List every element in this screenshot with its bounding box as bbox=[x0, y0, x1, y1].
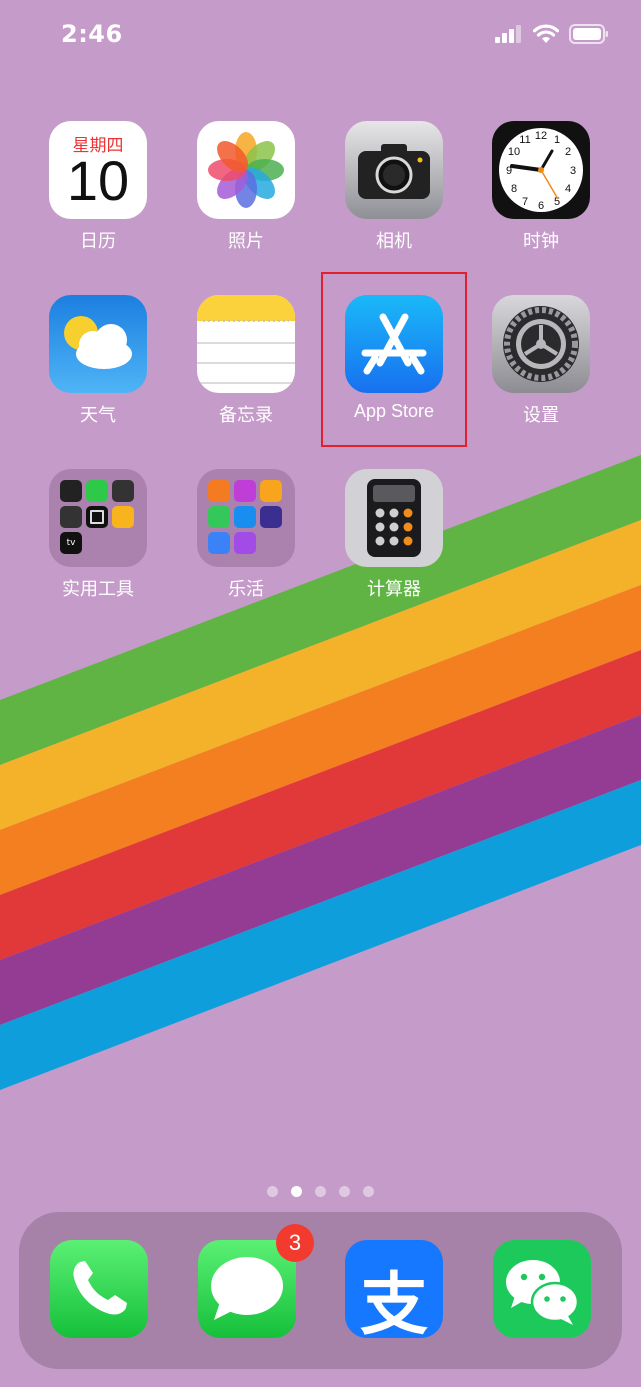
folder-icon: tv bbox=[49, 469, 147, 567]
pages-icon bbox=[260, 480, 282, 502]
measure-icon bbox=[60, 506, 82, 528]
app-label: 天气 bbox=[80, 405, 116, 426]
voice-memos-icon bbox=[60, 480, 82, 502]
app-weather[interactable]: 天气 bbox=[33, 295, 163, 445]
clock-number: 7 bbox=[522, 196, 528, 208]
weather-icon bbox=[49, 295, 147, 393]
clock-number: 3 bbox=[570, 165, 576, 177]
alipay-icon: 支 bbox=[345, 1240, 443, 1338]
clock-number: 11 bbox=[519, 134, 530, 146]
app-calculator[interactable]: 计算器 bbox=[329, 469, 459, 619]
notes-icon bbox=[197, 295, 295, 393]
clips-icon bbox=[208, 532, 230, 554]
dock-app-alipay[interactable]: 支 bbox=[345, 1240, 443, 1338]
app-label: 时钟 bbox=[523, 231, 559, 252]
clock-number: 2 bbox=[565, 146, 571, 158]
facetime-icon bbox=[86, 480, 108, 502]
notification-badge: 3 bbox=[276, 1224, 314, 1262]
status-bar: 2:46 bbox=[0, 0, 641, 70]
itunes-store-icon bbox=[234, 480, 256, 502]
clock-number: 10 bbox=[508, 146, 520, 158]
tips-icon bbox=[112, 506, 134, 528]
clock-number: 8 bbox=[511, 183, 517, 195]
apple-tv-icon: tv bbox=[60, 532, 82, 554]
cellular-signal-icon bbox=[495, 25, 521, 43]
folder-icon bbox=[197, 469, 295, 567]
app-camera[interactable]: 相机 bbox=[329, 121, 459, 271]
app-label: 计算器 bbox=[367, 579, 421, 600]
app-settings[interactable]: 设置 bbox=[476, 295, 606, 445]
itunes-u-icon bbox=[208, 480, 230, 502]
clock-number: 1 bbox=[554, 134, 560, 146]
wechat-icon bbox=[493, 1240, 591, 1338]
app-label: 实用工具 bbox=[62, 579, 134, 600]
alipay-glyph: 支 bbox=[359, 1266, 428, 1338]
clock-number: 4 bbox=[565, 183, 571, 195]
folder-entertainment[interactable]: 乐活 bbox=[181, 469, 311, 619]
highlight-box bbox=[321, 272, 467, 447]
calendar-day: 10 bbox=[66, 149, 130, 212]
clock-number: 6 bbox=[538, 200, 544, 212]
compass-icon bbox=[112, 480, 134, 502]
battery-icon bbox=[569, 24, 608, 44]
imovie-icon bbox=[260, 506, 282, 528]
app-photos[interactable]: 照片 bbox=[181, 121, 311, 271]
calendar-icon: 星期四 10 bbox=[49, 121, 147, 219]
app-label: 日历 bbox=[80, 231, 116, 252]
photos-icon bbox=[197, 121, 295, 219]
page-indicator[interactable] bbox=[0, 1186, 641, 1200]
app-label: 乐活 bbox=[228, 579, 264, 600]
dock-app-messages[interactable]: 3 bbox=[198, 1224, 314, 1338]
app-label: 照片 bbox=[228, 231, 264, 252]
keynote-icon bbox=[234, 506, 256, 528]
clock-icon: 12 1 2 3 4 5 6 7 8 9 10 11 bbox=[492, 121, 590, 219]
camera-icon bbox=[345, 121, 443, 219]
clock-number: 12 bbox=[535, 130, 547, 142]
app-label: 相机 bbox=[376, 231, 412, 252]
app-label: 设置 bbox=[523, 405, 559, 426]
settings-icon bbox=[492, 295, 590, 393]
podcasts-icon bbox=[234, 532, 256, 554]
page-dot[interactable] bbox=[315, 1186, 326, 1197]
dock-app-phone[interactable] bbox=[50, 1240, 148, 1338]
wifi-icon bbox=[533, 24, 559, 43]
page-dot[interactable] bbox=[267, 1186, 278, 1197]
page-dot[interactable] bbox=[363, 1186, 374, 1197]
dock-app-wechat[interactable] bbox=[493, 1240, 591, 1338]
app-notes[interactable]: 备忘录 bbox=[181, 295, 311, 445]
app-clock[interactable]: 12 1 2 3 4 5 6 7 8 9 10 11 时钟 bbox=[476, 121, 606, 271]
page-dot-active[interactable] bbox=[291, 1186, 302, 1197]
numbers-icon bbox=[208, 506, 230, 528]
watch-icon bbox=[86, 506, 108, 528]
calculator-icon bbox=[345, 469, 443, 567]
page-dot[interactable] bbox=[339, 1186, 350, 1197]
phone-icon bbox=[50, 1240, 148, 1338]
app-label: 备忘录 bbox=[219, 405, 273, 426]
app-calendar[interactable]: 星期四 10 日历 bbox=[33, 121, 163, 271]
folder-utilities[interactable]: tv 实用工具 bbox=[33, 469, 163, 619]
status-time: 2:46 bbox=[61, 20, 123, 48]
